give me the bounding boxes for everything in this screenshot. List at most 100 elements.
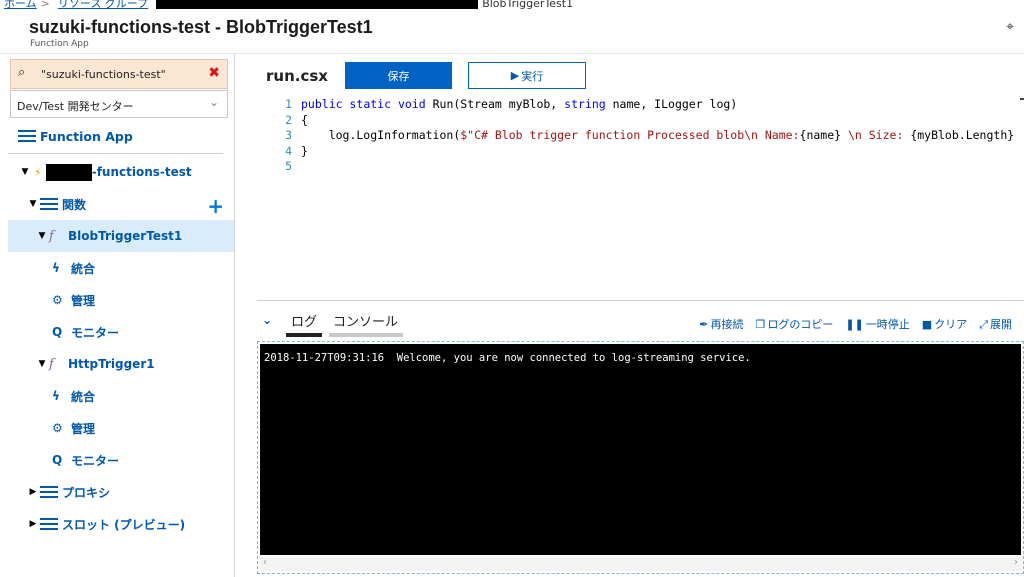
- expand-icon: ⤢: [979, 318, 988, 331]
- tab-console[interactable]: コンソール: [333, 311, 398, 330]
- tree-item-manage[interactable]: ⚙ 管理: [52, 412, 95, 444]
- function-app-link-label: Function App: [40, 129, 133, 144]
- tree-item-manage[interactable]: ⚙ 管理: [52, 284, 95, 316]
- log-panel-header: ⌄ ログ コンソール ✒ 再接続 ❐ ログのコピー ❚❚ 一時停止 ■ クリア ⤢ 展開: [257, 300, 1024, 340]
- list-icon: [18, 130, 36, 143]
- function-app-link[interactable]: Function App: [18, 129, 133, 144]
- breadcrumb: ホーム > リソース グループ BlobTriggerTest1: [0, 0, 1024, 10]
- page-subtitle: Function App: [30, 39, 89, 49]
- breadcrumb-separator: >: [40, 0, 50, 10]
- run-button-label: 実行: [521, 69, 544, 83]
- run-button[interactable]: ▶ 実行: [468, 62, 586, 89]
- add-function-icon[interactable]: +: [207, 194, 224, 218]
- redacted-region: [45, 163, 92, 181]
- tree-item-functions-label: 関数: [62, 197, 87, 212]
- caret-right-icon[interactable]: ▶: [26, 519, 40, 529]
- subscription-select[interactable]: Dev/Test 開発センター ⌄: [10, 90, 228, 118]
- code-line: log.LogInformation($"C# Blob trigger fun…: [301, 128, 1015, 142]
- tab-log-indicator: [286, 333, 322, 337]
- caret-down-icon[interactable]: ▼: [18, 167, 32, 177]
- page-title: suzuki-functions-test - BlobTriggerTest1: [29, 17, 373, 37]
- caret-right-icon[interactable]: ▶: [26, 487, 40, 497]
- clear-search-icon[interactable]: ✖: [208, 65, 220, 81]
- search-value: "suzuki-functions-test": [41, 68, 166, 81]
- search-icon: Q: [52, 325, 63, 339]
- line-number: 5: [285, 159, 292, 173]
- clear-button[interactable]: ■ クリア: [922, 316, 967, 332]
- breadcrumb-current: BlobTriggerTest1: [482, 0, 574, 10]
- function-icon: f: [49, 356, 54, 372]
- tree-item-function-blobtriggertest1[interactable]: ▼ f BlobTriggerTest1: [8, 220, 234, 252]
- bolt-icon: ϟ: [52, 261, 60, 275]
- gear-icon: ⚙: [52, 421, 63, 435]
- redacted-region: [156, 0, 479, 9]
- code-editor[interactable]: 1 public static void Run(Stream myBlob, …: [270, 97, 1024, 277]
- tree-item-slots[interactable]: ▶ スロット (プレビュー): [26, 508, 185, 540]
- blade-header: suzuki-functions-test - BlobTriggerTest1…: [0, 10, 1024, 54]
- breadcrumb-resource-group-link[interactable]: リソース グループ: [58, 0, 148, 10]
- code-line: public static void Run(Stream myBlob, st…: [301, 97, 738, 111]
- tree-item-manage-label: 管理: [71, 293, 96, 308]
- tree-item-monitor-label: モニター: [71, 453, 120, 468]
- code-line: {: [301, 112, 308, 127]
- list-icon: [40, 485, 58, 499]
- chevron-down-icon[interactable]: ⌄: [262, 313, 272, 327]
- tree-item-function-label: BlobTriggerTest1: [68, 229, 183, 243]
- tree-item-monitor-label: モニター: [71, 325, 120, 340]
- sidebar: ⌕ "suzuki-functions-test" ✖ Dev/Test 開発セ…: [0, 54, 235, 577]
- file-name: run.csx: [266, 67, 328, 85]
- copy-icon: ❐: [755, 318, 766, 331]
- chevron-down-icon: ⌄: [208, 95, 219, 109]
- caret-down-icon[interactable]: ▼: [35, 231, 49, 241]
- caret-down-icon[interactable]: ▼: [26, 199, 40, 209]
- tree-item-integrate-label: 統合: [71, 261, 96, 276]
- eraser-icon: ■: [921, 318, 933, 331]
- line-number: 4: [285, 143, 292, 158]
- copy-logs-button[interactable]: ❐ ログのコピー: [755, 316, 833, 332]
- tree-item-function-app[interactable]: ▼ ⚡ -functions-test: [18, 156, 192, 188]
- scroll-right-icon[interactable]: ›: [1014, 557, 1018, 568]
- tree-item-integrate-label: 統合: [71, 389, 96, 404]
- pause-icon: ❚❚: [845, 318, 864, 331]
- gear-icon: ⚙: [52, 293, 63, 307]
- expand-button[interactable]: ⤢ 展開: [979, 316, 1012, 332]
- tree-item-slots-label: スロット (プレビュー): [62, 517, 186, 532]
- function-icon: f: [49, 228, 54, 244]
- tab-log[interactable]: ログ: [291, 311, 317, 330]
- editor-toolbar: run.csx 保存 ▶ 実行: [235, 54, 1024, 96]
- search-icon: ⌕: [18, 65, 26, 80]
- log-console[interactable]: 2018-11-27T09:31:16 Welcome, you are now…: [257, 341, 1024, 574]
- tree-item-manage-label: 管理: [71, 421, 96, 436]
- list-icon: [40, 517, 58, 531]
- tree-item-monitor[interactable]: Q モニター: [52, 444, 119, 476]
- scroll-left-icon[interactable]: ‹: [263, 557, 267, 568]
- tree-item-function-httptrigger1[interactable]: ▼ f HttpTrigger1: [35, 348, 155, 380]
- pause-button[interactable]: ❚❚ 一時停止: [845, 316, 909, 332]
- pin-icon[interactable]: ⌖: [1006, 19, 1014, 35]
- line-number: 1: [285, 97, 292, 111]
- caret-down-icon[interactable]: ▼: [35, 359, 49, 369]
- scrollbar-marker: [1020, 98, 1024, 100]
- function-app-bolt-icon: ⚡: [34, 165, 42, 179]
- tree-item-monitor[interactable]: Q モニター: [52, 316, 119, 348]
- log-line: 2018-11-27T09:31:16 Welcome, you are now…: [264, 352, 751, 364]
- plug-icon: ✒: [699, 318, 709, 331]
- search-icon: Q: [52, 453, 63, 467]
- tree-item-integrate[interactable]: ϟ 統合: [52, 380, 95, 412]
- save-button[interactable]: 保存: [345, 62, 452, 89]
- breadcrumb-home-link[interactable]: ホーム: [4, 0, 37, 10]
- line-number: 2: [285, 112, 292, 127]
- tree-item-function-label: HttpTrigger1: [68, 357, 155, 371]
- play-icon: ▶: [510, 69, 520, 82]
- divider: [8, 153, 223, 154]
- horizontal-scrollbar[interactable]: ‹ ›: [260, 557, 1021, 571]
- bolt-icon: ϟ: [52, 389, 60, 403]
- search-input[interactable]: ⌕ "suzuki-functions-test" ✖: [10, 59, 228, 89]
- code-line: }: [301, 143, 308, 158]
- reconnect-button[interactable]: ✒ 再接続: [699, 316, 743, 332]
- log-console-output: 2018-11-27T09:31:16 Welcome, you are now…: [260, 344, 1021, 555]
- log-actions: ✒ 再接続 ❐ ログのコピー ❚❚ 一時停止 ■ クリア ⤢ 展開: [699, 316, 1012, 332]
- tree-item-functions[interactable]: ▼ 関数: [26, 188, 86, 220]
- tree-item-proxies[interactable]: ▶ プロキシ: [26, 476, 110, 508]
- tree-item-integrate[interactable]: ϟ 統合: [52, 252, 95, 284]
